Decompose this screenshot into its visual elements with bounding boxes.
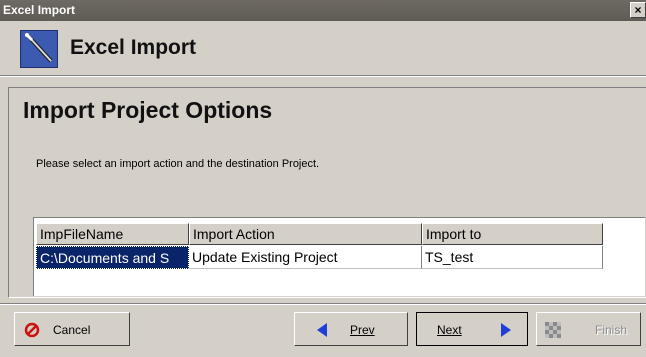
prev-label: Prev xyxy=(350,323,375,337)
cell-import-action[interactable]: Update Existing Project xyxy=(189,246,422,269)
column-header-impfilename[interactable]: ImpFileName xyxy=(36,223,189,245)
prev-button[interactable]: Prev xyxy=(294,312,408,346)
header-divider xyxy=(0,75,646,77)
left-arrow-icon xyxy=(316,322,328,341)
page-title: Import Project Options xyxy=(23,97,273,123)
instructions-text: Please select an import action and the d… xyxy=(36,158,320,170)
options-panel: Import Project Options Please select an … xyxy=(8,87,646,298)
cell-impfilename[interactable]: C:\Documents and S xyxy=(36,246,189,269)
next-label: Next xyxy=(437,323,462,337)
close-icon: × xyxy=(634,3,642,17)
close-button[interactable]: × xyxy=(630,2,646,18)
finish-button[interactable]: Finish xyxy=(536,312,641,346)
excel-import-dialog: Excel Import × Excel Import Import Proje… xyxy=(0,0,646,357)
import-table: ImpFileName Import Action Import to C:\D… xyxy=(33,217,645,296)
footer-divider xyxy=(0,303,646,305)
cell-import-to[interactable]: TS_test xyxy=(422,246,603,269)
cancel-icon xyxy=(24,322,40,341)
next-button[interactable]: Next xyxy=(416,312,528,346)
wand-icon xyxy=(20,30,58,68)
app-title: Excel Import xyxy=(70,36,197,59)
column-header-import-action[interactable]: Import Action xyxy=(189,223,422,245)
window-title: Excel Import xyxy=(3,3,76,17)
header: Excel Import xyxy=(0,21,646,76)
cancel-label: Cancel xyxy=(53,323,91,337)
finish-label: Finish xyxy=(595,323,628,337)
cancel-button[interactable]: Cancel xyxy=(14,312,130,346)
column-header-import-to[interactable]: Import to xyxy=(422,223,603,245)
title-bar[interactable]: Excel Import × xyxy=(0,0,646,21)
right-arrow-icon xyxy=(500,322,512,341)
finish-icon xyxy=(545,322,561,341)
